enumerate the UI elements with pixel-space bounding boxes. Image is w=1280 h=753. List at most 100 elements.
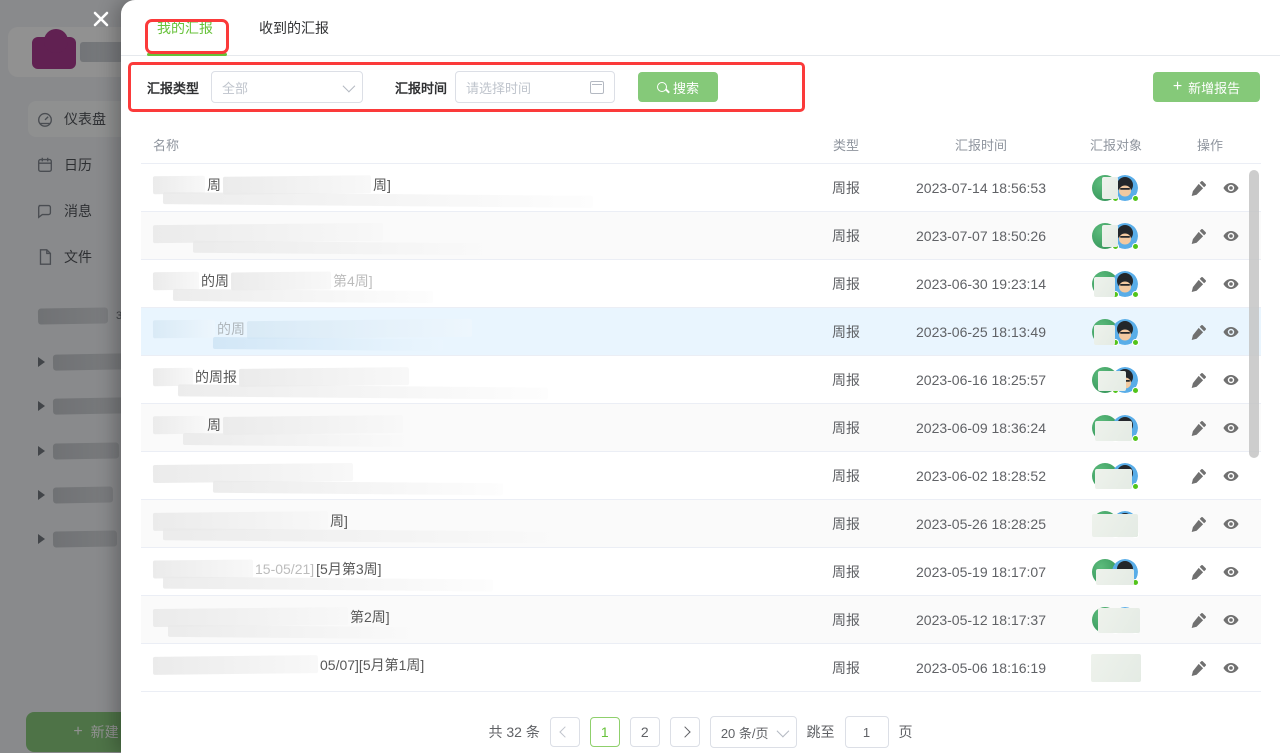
report-name-cell: 的周第4周] xyxy=(141,260,781,307)
report-time-cell: 2023-06-30 19:23:14 xyxy=(911,276,1051,292)
report-actions-cell xyxy=(1181,514,1261,534)
table-row[interactable]: 周] 周报 2023-05-26 18:28:25 xyxy=(141,500,1261,548)
pagination-total: 共 32 条 xyxy=(488,722,539,742)
table-row[interactable]: 周 周报 2023-06-09 18:36:24 xyxy=(141,404,1261,452)
edit-icon[interactable] xyxy=(1189,514,1209,534)
report-actions-cell xyxy=(1181,610,1261,630)
report-time-placeholder: 请选择时间 xyxy=(466,78,531,97)
report-type-cell: 周报 xyxy=(781,370,911,390)
report-time-picker[interactable]: 请选择时间 xyxy=(455,71,615,103)
table-row[interactable]: 15-05/21][5月第3周] 周报 2023-05-19 18:17:07 xyxy=(141,548,1261,596)
report-time-cell: 2023-05-26 18:28:25 xyxy=(911,516,1051,532)
report-name-cell xyxy=(141,212,781,259)
view-icon[interactable] xyxy=(1221,370,1241,390)
view-icon[interactable] xyxy=(1221,610,1241,630)
jump-label: 跳至 xyxy=(807,722,835,742)
tab-label: 我的汇报 xyxy=(157,20,213,36)
report-name-cell xyxy=(141,452,781,499)
prev-page-button[interactable] xyxy=(550,717,580,747)
report-target-cell xyxy=(1051,510,1181,538)
table-row[interactable]: 周报 2023-06-02 18:28:52 xyxy=(141,452,1261,500)
page-button-1[interactable]: 1 xyxy=(590,717,620,747)
edit-icon[interactable] xyxy=(1189,178,1209,198)
header-name: 名称 xyxy=(141,135,781,154)
avatar-group xyxy=(1092,414,1140,442)
avatar-redaction xyxy=(1098,608,1140,633)
report-target-cell xyxy=(1051,558,1181,586)
report-type-cell: 周报 xyxy=(781,418,911,438)
tab-received-reports[interactable]: 收到的汇报 xyxy=(259,0,329,56)
page-button-2[interactable]: 2 xyxy=(630,717,660,747)
report-type-select[interactable]: 全部 xyxy=(211,71,363,103)
report-type-cell: 周报 xyxy=(781,658,911,678)
table-row[interactable]: 的周报 周报 2023-06-16 18:25:57 xyxy=(141,356,1261,404)
report-type-value: 全部 xyxy=(222,78,248,97)
close-icon[interactable] xyxy=(90,8,112,30)
reports-table: 名称 类型 汇报时间 汇报对象 操作 周周] 周报 2023-07-14 18:… xyxy=(141,126,1261,692)
report-name-cell: 第2周] xyxy=(141,596,781,643)
report-type-label: 汇报类型 xyxy=(147,78,199,97)
report-target-cell xyxy=(1051,462,1181,490)
header-type: 类型 xyxy=(781,135,911,154)
table-row[interactable]: 的周第4周] 周报 2023-06-30 19:23:14 xyxy=(141,260,1261,308)
edit-icon[interactable] xyxy=(1189,610,1209,630)
edit-icon[interactable] xyxy=(1189,274,1209,294)
status-dot xyxy=(1132,483,1139,490)
table-row[interactable]: 周报 2023-07-07 18:50:26 xyxy=(141,212,1261,260)
view-icon[interactable] xyxy=(1221,514,1241,534)
table-row[interactable]: 的周 周报 2023-06-25 18:13:49 xyxy=(141,308,1261,356)
report-actions-cell xyxy=(1181,658,1261,678)
edit-icon[interactable] xyxy=(1189,370,1209,390)
view-icon[interactable] xyxy=(1221,322,1241,342)
view-icon[interactable] xyxy=(1221,178,1241,198)
report-type-cell: 周报 xyxy=(781,178,911,198)
jump-page-input[interactable] xyxy=(845,716,889,748)
view-icon[interactable] xyxy=(1221,658,1241,678)
report-type-cell: 周报 xyxy=(781,322,911,342)
tab-my-reports[interactable]: 我的汇报 xyxy=(157,0,213,56)
report-target-cell xyxy=(1051,270,1181,298)
view-icon[interactable] xyxy=(1221,562,1241,582)
edit-icon[interactable] xyxy=(1189,226,1209,246)
avatar-group xyxy=(1092,558,1140,586)
add-report-label: 新增报告 xyxy=(1188,78,1240,97)
report-type-cell: 周报 xyxy=(781,226,911,246)
table-header: 名称 类型 汇报时间 汇报对象 操作 xyxy=(141,126,1261,164)
search-button[interactable]: 搜索 xyxy=(638,72,718,102)
edit-icon[interactable] xyxy=(1189,466,1209,486)
report-time-cell: 2023-07-14 18:56:53 xyxy=(911,180,1051,196)
report-name-cell: 周] xyxy=(141,500,781,547)
edit-icon[interactable] xyxy=(1189,658,1209,678)
view-icon[interactable] xyxy=(1221,226,1241,246)
avatar-redaction xyxy=(1095,421,1132,441)
header-target: 汇报对象 xyxy=(1051,135,1181,154)
table-row[interactable]: 第2周] 周报 2023-05-12 18:17:37 xyxy=(141,596,1261,644)
edit-icon[interactable] xyxy=(1189,562,1209,582)
report-name-cell: 周周] xyxy=(141,164,781,211)
table-row[interactable]: 周周] 周报 2023-07-14 18:56:53 xyxy=(141,164,1261,212)
avatar-group xyxy=(1092,606,1140,634)
header-ops: 操作 xyxy=(1181,135,1261,154)
page-suffix: 页 xyxy=(899,722,913,742)
view-icon[interactable] xyxy=(1221,274,1241,294)
view-icon[interactable] xyxy=(1221,418,1241,438)
next-page-button[interactable] xyxy=(670,717,700,747)
report-time-cell: 2023-06-02 18:28:52 xyxy=(911,468,1051,484)
avatar-redaction xyxy=(1094,277,1115,297)
calendar-icon xyxy=(590,81,604,94)
status-dot xyxy=(1132,291,1139,298)
avatar-redaction xyxy=(1098,371,1126,391)
chevron-left-icon xyxy=(559,726,570,737)
table-row[interactable]: 05/07][5月第1周] 周报 2023-05-06 18:16:19 xyxy=(141,644,1261,692)
table-scrollbar[interactable] xyxy=(1249,170,1259,458)
avatar-redaction xyxy=(1096,569,1134,585)
status-dot xyxy=(1132,435,1139,442)
report-time-cell: 2023-07-07 18:50:26 xyxy=(911,228,1051,244)
add-report-button[interactable]: + 新增报告 xyxy=(1153,72,1260,102)
edit-icon[interactable] xyxy=(1189,418,1209,438)
per-page-select[interactable]: 20 条/页 xyxy=(710,716,797,748)
edit-icon[interactable] xyxy=(1189,322,1209,342)
report-time-cell: 2023-06-16 18:25:57 xyxy=(911,372,1051,388)
view-icon[interactable] xyxy=(1221,466,1241,486)
plus-icon: + xyxy=(1173,79,1182,95)
